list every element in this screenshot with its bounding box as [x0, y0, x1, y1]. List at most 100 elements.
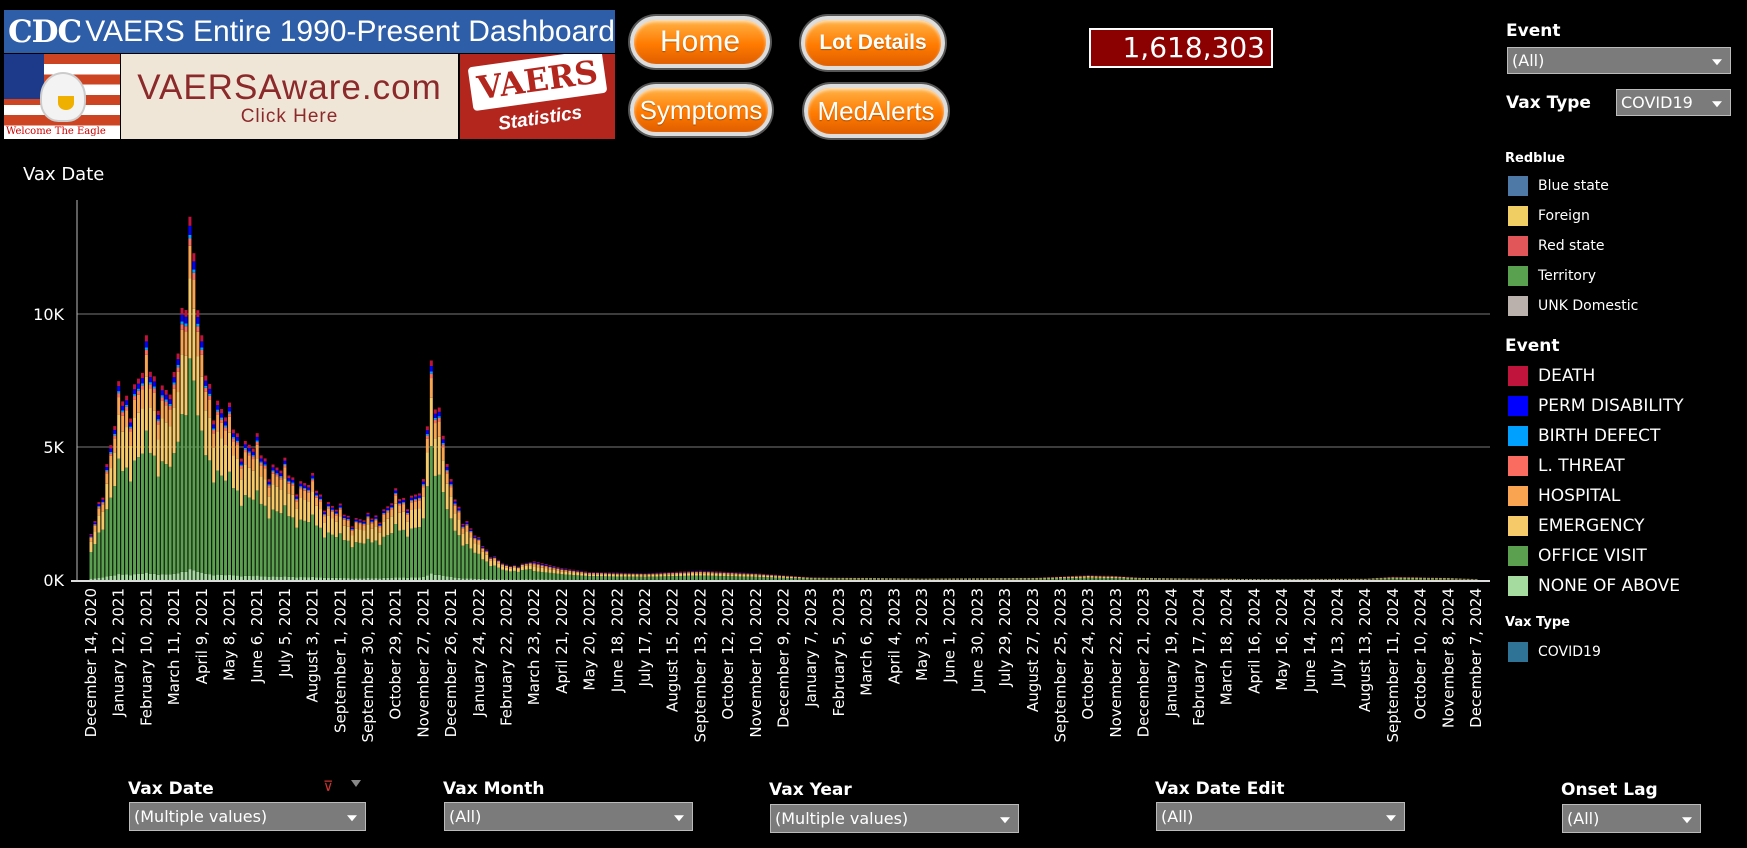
- legend-item[interactable]: Blue state: [1508, 176, 1609, 196]
- bar-segment: [243, 452, 247, 465]
- bar-segment: [457, 519, 461, 536]
- bar-segment: [271, 471, 275, 474]
- bar-segment: [224, 480, 228, 576]
- legend-item[interactable]: NONE OF ABOVE: [1508, 576, 1680, 596]
- bar-segment: [536, 579, 540, 580]
- bar-segment: [465, 521, 469, 523]
- bar-segment: [311, 491, 315, 515]
- vaers-statistics-link[interactable]: VAERS Statistics: [460, 54, 615, 139]
- lot-details-button[interactable]: Lot Details: [801, 16, 945, 70]
- bar-segment: [315, 495, 319, 497]
- bar-segment: [322, 514, 326, 517]
- bar-segment: [505, 565, 508, 568]
- bar-segment: [410, 528, 414, 578]
- bar-segment: [1090, 576, 1094, 577]
- bar-segment: [184, 323, 188, 327]
- x-tick-label: September 13, 2022: [691, 588, 709, 742]
- x-tick-label: July 29, 2023: [996, 588, 1014, 688]
- bar-segment: [445, 470, 449, 474]
- bar-segment: [176, 573, 180, 580]
- bar-segment: [469, 532, 473, 538]
- bar-segment: [334, 513, 338, 514]
- bar-segment: [342, 525, 346, 541]
- bar-segment: [1312, 579, 1316, 580]
- bar-segment: [164, 394, 168, 400]
- bar-segment: [200, 430, 204, 573]
- medalerts-button[interactable]: MedAlerts: [804, 84, 948, 138]
- legend-item[interactable]: OFFICE VISIT: [1508, 546, 1647, 566]
- bar-segment: [461, 545, 465, 579]
- legend-item[interactable]: HOSPITAL: [1508, 486, 1620, 506]
- bar-segment: [1074, 576, 1078, 578]
- bar-segment: [469, 530, 473, 532]
- vaersaware-link[interactable]: VAERSAware.com Click Here: [121, 54, 458, 139]
- bar-segment: [643, 575, 647, 577]
- bar-segment: [259, 503, 263, 577]
- bar-segment: [125, 395, 129, 401]
- bar-segment: [663, 574, 667, 577]
- bar-segment: [299, 519, 303, 578]
- legend-item[interactable]: L. THREAT: [1508, 456, 1625, 476]
- vax-month-filter-dropdown[interactable]: (All): [444, 802, 693, 831]
- bar-segment: [326, 508, 330, 516]
- legend-item[interactable]: Territory: [1508, 266, 1596, 286]
- bar-segment: [406, 509, 410, 512]
- home-button[interactable]: Home: [630, 16, 770, 68]
- legend-item[interactable]: BIRTH DEFECT: [1508, 426, 1660, 446]
- bar-segment: [445, 576, 449, 580]
- legend-item[interactable]: Red state: [1508, 236, 1605, 256]
- bar-segment: [386, 506, 390, 509]
- legend-item[interactable]: COVID19: [1508, 642, 1601, 662]
- bar-segment: [437, 474, 441, 575]
- bar-segment: [425, 486, 429, 576]
- bar-segment: [778, 575, 782, 577]
- vax-year-filter-dropdown[interactable]: (Multiple values): [770, 804, 1019, 833]
- bar-segment: [461, 526, 465, 528]
- symptoms-button[interactable]: Symptoms: [630, 84, 772, 136]
- bar-segment: [350, 527, 354, 530]
- bar-segment: [560, 568, 564, 569]
- bar-segment: [160, 395, 164, 398]
- bar-segment: [508, 568, 512, 572]
- bar-segment: [714, 573, 718, 576]
- vax-type-filter-dropdown[interactable]: COVID19: [1616, 89, 1731, 116]
- bar-segment: [572, 570, 576, 571]
- bar-segment: [342, 517, 346, 519]
- eagle-image[interactable]: Welcome The Eagle: [4, 54, 120, 139]
- vax-date-chart: 0K 5K 10K December 14, 2020 January 12, 2021…: [33, 200, 1490, 742]
- filter-menu-icon[interactable]: [351, 780, 361, 787]
- bar-segment: [453, 501, 457, 504]
- bar-segment: [892, 579, 896, 580]
- bar-segment: [378, 532, 382, 545]
- legend-item[interactable]: DEATH: [1508, 366, 1595, 386]
- bar-segment: [188, 216, 192, 226]
- legend-item[interactable]: EMERGENCY: [1508, 516, 1645, 536]
- bar-segment: [694, 575, 698, 580]
- event-filter-dropdown[interactable]: (All): [1507, 47, 1731, 74]
- bar-segment: [374, 517, 378, 519]
- bar-segment: [548, 569, 552, 573]
- bar-segment: [330, 534, 334, 578]
- bar-segment: [291, 483, 295, 486]
- bar-segment: [370, 542, 374, 579]
- onset-lag-filter-dropdown[interactable]: (All): [1562, 804, 1701, 833]
- bar-segment: [176, 441, 180, 574]
- bar-segment: [97, 502, 101, 505]
- bar-segment: [311, 514, 315, 577]
- onset-lag-filter-label: Onset Lag: [1561, 780, 1658, 800]
- bar-segment: [366, 516, 370, 517]
- bar-segment: [152, 573, 156, 580]
- bar-segment: [133, 396, 137, 400]
- bar-segment: [1090, 577, 1094, 580]
- legend-item[interactable]: Foreign: [1508, 206, 1590, 226]
- bar-segment: [129, 422, 133, 427]
- vax-date-filter-dropdown[interactable]: (Multiple values): [129, 802, 366, 831]
- legend-label: EMERGENCY: [1538, 516, 1645, 536]
- legend-item[interactable]: UNK Domestic: [1508, 296, 1638, 316]
- bar-segment: [1118, 577, 1122, 579]
- clear-filter-icon[interactable]: ⊽: [323, 779, 333, 795]
- bar-segment: [180, 321, 184, 325]
- vax-date-edit-filter-dropdown[interactable]: (All): [1156, 802, 1405, 831]
- bar-segment: [263, 458, 267, 462]
- legend-item[interactable]: PERM DISABILITY: [1508, 396, 1684, 416]
